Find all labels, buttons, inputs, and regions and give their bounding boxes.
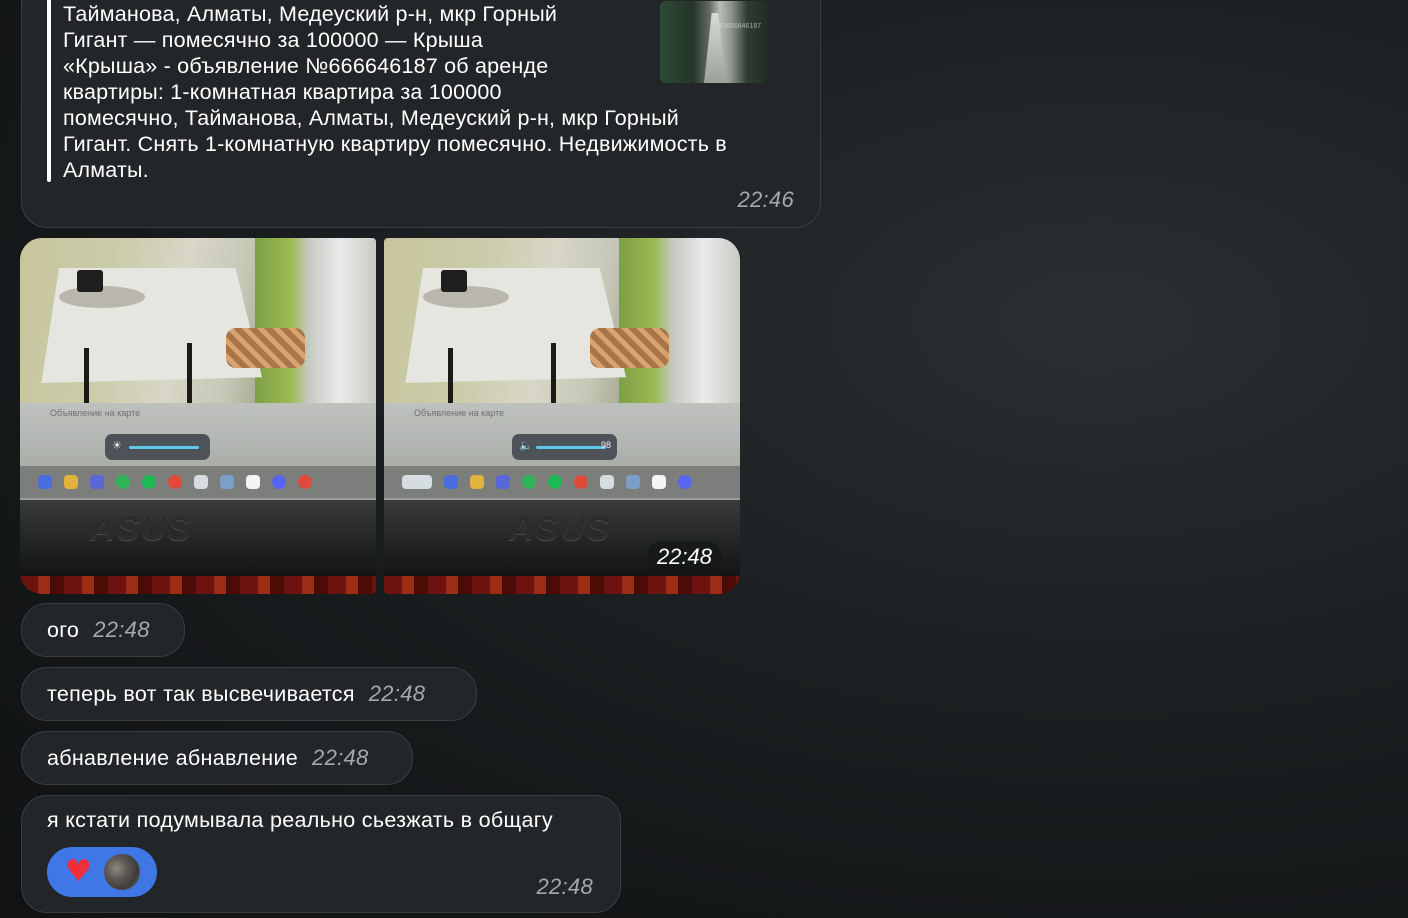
link-preview-message[interactable]: Тайманова, Алматы, Медеуский р-н, мкр Го… (21, 0, 821, 228)
taskbar (384, 466, 740, 498)
message-time: 22:46 (737, 187, 794, 212)
message-time: 22:48 (93, 617, 150, 642)
message-text: абнавление абнавление (47, 745, 299, 770)
stool-image (226, 328, 305, 368)
reaction-chip[interactable]: ♥ (47, 847, 157, 897)
thumbnail-watermark: ID666646187 (718, 23, 761, 30)
message-bubble[interactable]: ого 22:48 (21, 603, 185, 657)
avatar (101, 852, 142, 892)
brand-logo: ASUS (509, 510, 612, 548)
heart-icon: ♥ (65, 854, 92, 889)
volume-slider: 🔈 98 (512, 434, 617, 460)
message-time: 22:48 (312, 745, 369, 770)
photo-attachment[interactable]: Объявление на карте ☀ ASUS (20, 238, 376, 594)
album-time: 22:48 (646, 541, 722, 573)
message-text: теперь вот так высвечивается (47, 681, 355, 706)
brightness-icon: ☀ (112, 440, 122, 452)
stool-image (590, 328, 669, 368)
message-bubble[interactable]: абнавление абнавление 22:48 (21, 731, 413, 785)
message-text: ого (47, 617, 80, 642)
photo-attachment[interactable]: Объявление на карте 🔈 98 ASUS 22:48 (384, 238, 740, 594)
link-preview-thumbnail[interactable]: ID666646187 (660, 1, 769, 83)
taskbar (20, 466, 376, 498)
message-bubble[interactable]: теперь вот так высвечивается 22:48 (21, 667, 477, 721)
quote-bar (47, 0, 51, 182)
message-bubble[interactable]: я кстати подумывала реально сьезжать в о… (21, 795, 621, 913)
message-time: 22:48 (536, 874, 593, 899)
brand-logo: ASUS (90, 510, 193, 548)
message-time: 22:48 (368, 681, 426, 706)
volume-value: 98 (600, 440, 611, 450)
message-text: я кстати подумывала реально сьезжать в о… (47, 808, 553, 832)
brightness-slider: ☀ (105, 434, 210, 460)
volume-icon: 🔈 (519, 440, 533, 452)
